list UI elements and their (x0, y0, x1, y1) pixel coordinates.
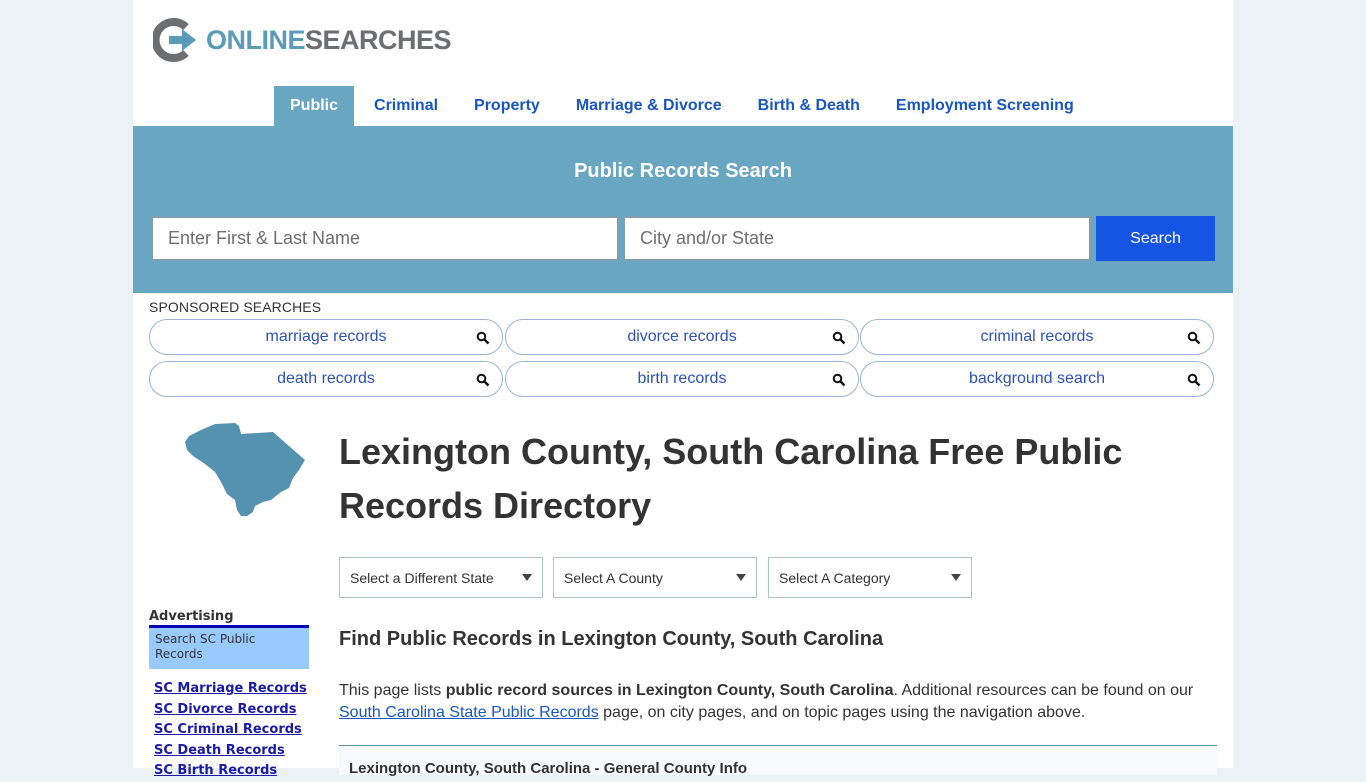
sponsored-link-label: birth records (637, 370, 727, 387)
search-icon (832, 331, 846, 345)
logo-text: ONLINESEARCHES (206, 24, 452, 55)
nav-criminal[interactable]: Criminal (358, 86, 454, 126)
nav-marriage-divorce[interactable]: Marriage & Divorce (560, 86, 738, 126)
south-carolina-map-icon (185, 423, 305, 516)
site-logo[interactable]: ONLINESEARCHES (153, 18, 452, 62)
sponsored-link-death-records[interactable]: death records (149, 361, 503, 397)
nav-birth-death[interactable]: Birth & Death (742, 86, 876, 126)
search-icon (1187, 331, 1201, 345)
nav-property[interactable]: Property (458, 86, 556, 126)
intro-paragraph: This page lists public record sources in… (339, 680, 1219, 724)
state-select-value: Select a Different State (350, 569, 494, 586)
intro-text: This page lists (339, 682, 446, 699)
dropdown-caret-icon (522, 574, 532, 581)
advertising-label: Advertising (149, 609, 234, 624)
sponsored-searches-label: SPONSORED SEARCHES (149, 299, 322, 315)
sponsored-link-background-search[interactable]: background search (860, 361, 1214, 397)
sponsored-link-birth-records[interactable]: birth records (505, 361, 859, 397)
sponsored-link-label: divorce records (627, 328, 737, 345)
county-select-value: Select A County (564, 569, 663, 586)
ad-link-sc-death[interactable]: SC Death Records (154, 741, 307, 762)
nav-public[interactable]: Public (274, 86, 355, 126)
location-search-input[interactable] (623, 216, 1091, 261)
intro-text: page, on city pages, and on topic pages … (598, 704, 1086, 721)
sponsored-link-label: marriage records (265, 328, 387, 345)
search-icon (476, 331, 490, 345)
dropdown-caret-icon (736, 574, 746, 581)
dropdown-caret-icon (951, 574, 961, 581)
state-select[interactable]: Select a Different State (339, 557, 543, 598)
search-panel-title: Public Records Search (574, 160, 792, 182)
search-icon (832, 373, 846, 387)
sponsored-link-divorce-records[interactable]: divorce records (505, 319, 859, 355)
sponsored-link-label: background search (968, 370, 1106, 387)
ad-link-sc-marriage[interactable]: SC Marriage Records (154, 679, 307, 700)
sponsored-link-label: death records (277, 370, 375, 387)
category-select[interactable]: Select A Category (768, 557, 972, 598)
intro-bold-text: public record sources in Lexington Count… (445, 682, 894, 699)
sponsored-link-label: criminal records (980, 328, 1094, 345)
state-records-link[interactable]: South Carolina State Public Records (339, 704, 599, 721)
category-select-value: Select A Category (779, 569, 891, 586)
main-nav: Public Criminal Property Marriage & Divo… (274, 86, 1094, 126)
county-info-title: Lexington County, South Carolina - Gener… (349, 760, 748, 777)
county-info-box: Lexington County, South Carolina - Gener… (339, 745, 1217, 777)
section-title: Find Public Records in Lexington County,… (339, 628, 884, 650)
sponsored-link-marriage-records[interactable]: marriage records (149, 319, 503, 355)
ad-links: SC Marriage Records SC Divorce Records S… (154, 679, 307, 782)
sponsored-link-criminal-records[interactable]: criminal records (860, 319, 1214, 355)
ad-box-search-sc[interactable]: Search SC Public Records (149, 625, 309, 669)
search-button[interactable]: Search (1096, 216, 1215, 261)
search-icon (1187, 373, 1201, 387)
search-icon (476, 373, 490, 387)
ad-link-sc-birth[interactable]: SC Birth Records (154, 761, 307, 782)
name-search-input[interactable] (151, 216, 619, 261)
ad-link-sc-criminal[interactable]: SC Criminal Records (154, 720, 307, 741)
page-title: Lexington County, South Carolina Free Pu… (339, 431, 1123, 526)
page-container: ONLINESEARCHES Public Criminal Property … (133, 0, 1233, 778)
intro-text: . Additional resources can be found on o… (893, 682, 1194, 699)
search-panel: Public Records Search Search (133, 126, 1233, 293)
ad-link-sc-divorce[interactable]: SC Divorce Records (154, 700, 307, 721)
county-select[interactable]: Select A County (553, 557, 757, 598)
logo-icon (153, 18, 196, 62)
nav-employment-screening[interactable]: Employment Screening (880, 86, 1090, 126)
